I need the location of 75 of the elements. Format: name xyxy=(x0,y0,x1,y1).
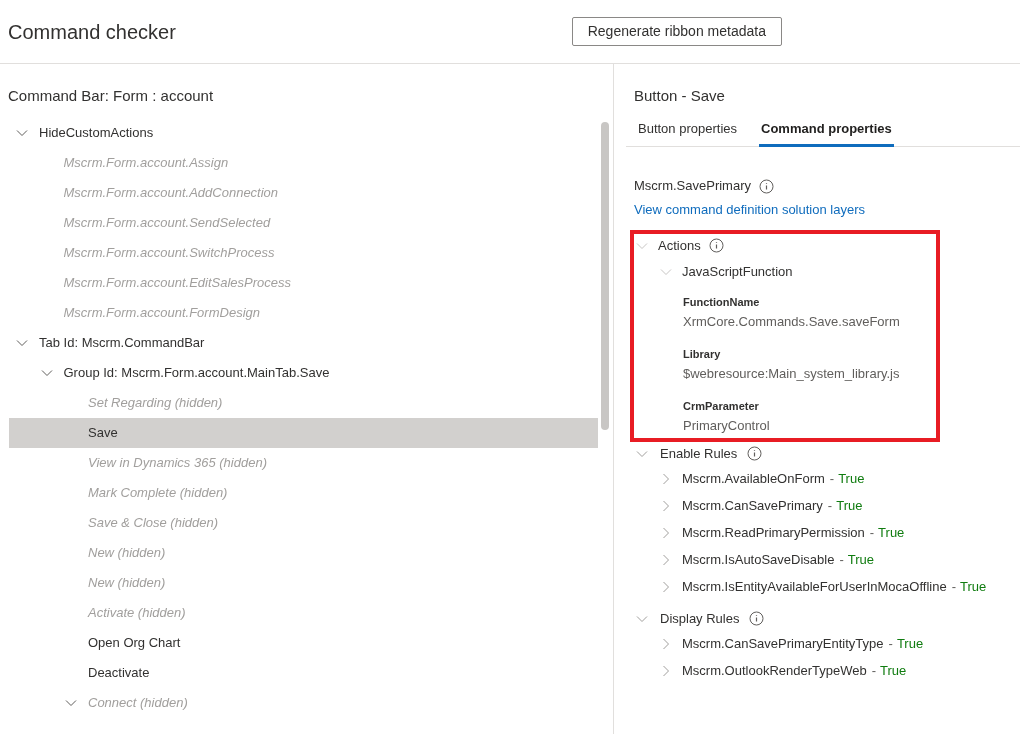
tab[interactable]: Command properties xyxy=(759,113,894,147)
tree-item[interactable]: Deactivate xyxy=(9,658,598,688)
tree-item[interactable]: HideCustomActions xyxy=(9,118,598,148)
tree-item[interactable]: Mscrm.Form.account.FormDesign xyxy=(9,298,598,328)
rule-result: True xyxy=(878,524,905,543)
separator: - xyxy=(951,578,956,597)
info-icon[interactable] xyxy=(747,446,763,461)
tree-item[interactable]: Mscrm.Form.account.EditSalesProcess xyxy=(9,268,598,298)
rule-name: Mscrm.IsAutoSaveDisable xyxy=(682,551,835,570)
tree-item[interactable]: Set Regarding (hidden) xyxy=(9,388,598,418)
page-title: Command checker xyxy=(8,19,176,45)
chevron-right-icon[interactable] xyxy=(660,554,672,566)
rule-name: Mscrm.AvailableOnForm xyxy=(682,470,825,489)
solution-layers-link[interactable]: View command definition solution layers xyxy=(634,200,865,220)
action-label: JavaScriptFunction xyxy=(682,262,793,281)
chevron-right-icon[interactable] xyxy=(660,500,672,512)
chevron-down-icon[interactable] xyxy=(65,697,77,709)
separator: - xyxy=(888,635,893,654)
section-label: Display Rules xyxy=(660,609,740,628)
parameter-name: FunctionName xyxy=(683,294,760,310)
separator: - xyxy=(827,497,833,516)
panel-title: Command Bar: Form : account xyxy=(8,86,215,105)
info-icon[interactable] xyxy=(708,238,724,253)
scrollbar[interactable] xyxy=(601,122,609,430)
panel-title: Button - Save xyxy=(634,86,726,105)
separator: - xyxy=(829,470,835,489)
tree-item[interactable]: New (hidden) xyxy=(9,568,598,598)
rule-name: Mscrm.ReadPrimaryPermission xyxy=(682,524,865,543)
chevron-right-icon[interactable] xyxy=(660,638,672,650)
section-label: Actions xyxy=(658,236,701,255)
rule-result: True xyxy=(896,635,924,654)
parameter-value: $webresource:Main_system_library.js xyxy=(683,365,900,383)
tree-item[interactable]: Mscrm.Form.account.AddConnection xyxy=(9,178,598,208)
tree-item[interactable]: Mscrm.Form.account.SendSelected xyxy=(9,208,598,238)
separator: - xyxy=(839,551,844,570)
chevron-right-icon[interactable] xyxy=(660,473,672,485)
parameter-value: PrimaryControl xyxy=(683,417,770,435)
tree-item[interactable]: Save & Close (hidden) xyxy=(9,508,598,538)
chevron-right-icon[interactable] xyxy=(660,665,672,677)
tree-item[interactable]: Save xyxy=(9,418,598,448)
tree-item[interactable]: Open Org Chart xyxy=(9,628,598,658)
info-icon[interactable] xyxy=(759,178,774,194)
chevron-right-icon[interactable] xyxy=(660,581,672,593)
chevron-down-icon[interactable] xyxy=(40,367,53,379)
command-name: Mscrm.SavePrimary xyxy=(634,177,751,196)
chevron-down-icon[interactable] xyxy=(16,127,28,139)
tree-item[interactable]: New (hidden) xyxy=(9,538,598,568)
parameter-value: XrmCore.Commands.Save.saveForm xyxy=(683,313,900,331)
rule-name: Mscrm.OutlookRenderTypeWeb xyxy=(682,662,867,681)
chevron-right-icon[interactable] xyxy=(660,527,672,539)
rule-name: Mscrm.CanSavePrimaryEntityType xyxy=(682,635,884,654)
regenerate-button[interactable]: Regenerate ribbon metadata xyxy=(571,17,782,46)
chevron-down-icon[interactable] xyxy=(16,337,28,349)
info-icon[interactable] xyxy=(749,611,765,626)
separator: - xyxy=(869,524,875,543)
rule-result: True xyxy=(960,578,987,597)
section-label: Enable Rules xyxy=(660,444,738,463)
rule-result: True xyxy=(838,470,865,489)
tree-item[interactable]: Activate (hidden) xyxy=(9,598,598,628)
rule-result: True xyxy=(847,551,875,570)
tree-item[interactable]: Group Id: Mscrm.Form.account.MainTab.Save xyxy=(9,358,598,388)
parameter-name: Library xyxy=(683,346,721,362)
rule-result: True xyxy=(880,662,907,681)
rule-name: Mscrm.CanSavePrimary xyxy=(682,497,823,516)
tree-item[interactable]: Mscrm.Form.account.Assign xyxy=(9,148,598,178)
parameter-name: CrmParameter xyxy=(683,398,759,414)
rule-result: True xyxy=(836,497,863,516)
tab[interactable]: Button properties xyxy=(636,113,739,147)
separator: - xyxy=(871,662,877,681)
tree-item[interactable]: Mark Complete (hidden) xyxy=(9,478,598,508)
tree-item[interactable]: View in Dynamics 365 (hidden) xyxy=(9,448,598,478)
tree-item[interactable]: Tab Id: Mscrm.CommandBar xyxy=(9,328,598,358)
tree-item[interactable]: Connect (hidden) xyxy=(9,688,598,718)
tree-item[interactable]: Mscrm.Form.account.SwitchProcess xyxy=(9,238,598,268)
rule-name: Mscrm.IsEntityAvailableForUserInMocaOffline xyxy=(682,578,947,597)
